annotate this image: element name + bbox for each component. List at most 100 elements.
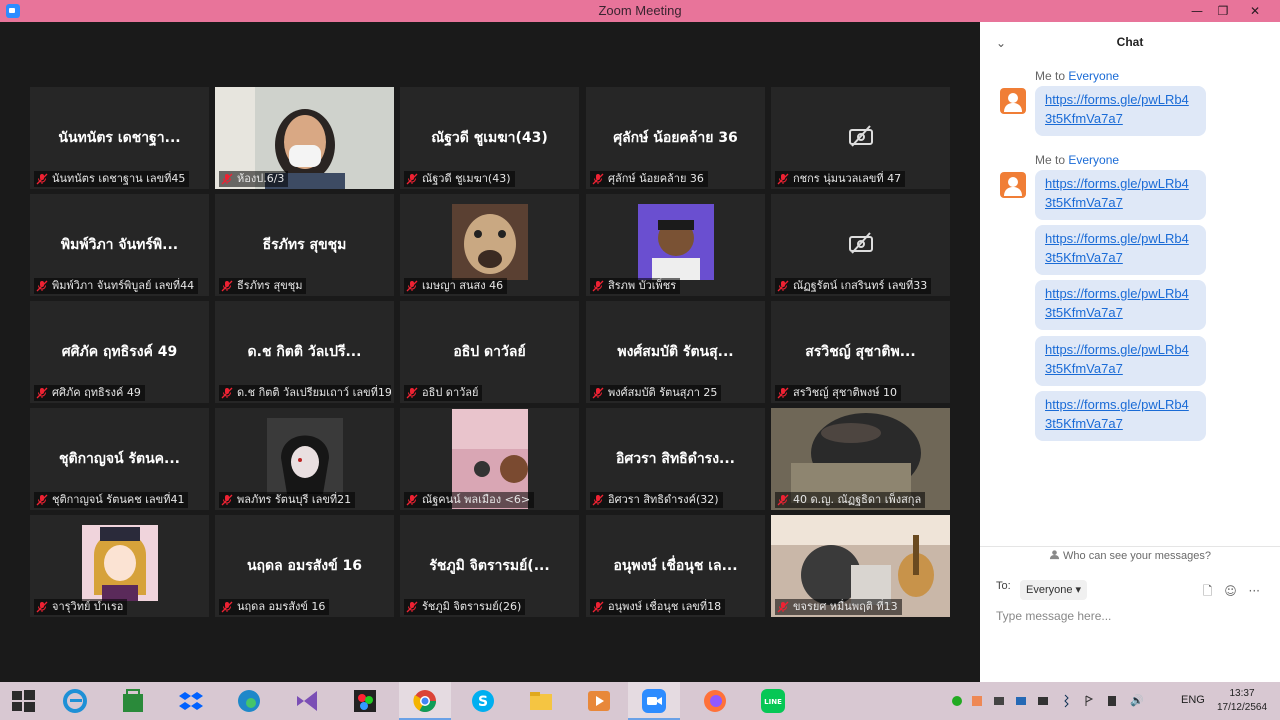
participant-display-name: รัชภูมิ จิตรารมย์(...	[429, 558, 550, 574]
participant-nameplate: ธีรภัทร สุขชุม	[219, 278, 307, 294]
windows-start-icon[interactable]	[8, 686, 38, 716]
mic-muted-icon	[36, 173, 48, 185]
more-icon[interactable]: ···	[1249, 584, 1260, 598]
participant-tile[interactable]: จารุวิทย์ บำเรอ	[30, 515, 209, 617]
participant-tile[interactable]: รัชภูมิ จิตรารมย์(... รัชภูมิ จิตรารมย์(2…	[400, 515, 579, 617]
who-can-see-link[interactable]: Who can see your messages?	[980, 549, 1280, 562]
avatar	[1000, 88, 1026, 114]
internet-explorer-icon[interactable]	[60, 686, 90, 716]
participant-tile[interactable]: พิมพ์วิภา จันทร์พิ... พิมพ์วิภา จันทร์พิบ…	[30, 194, 209, 296]
participant-tile[interactable]: อนุพงษ์ เชื่อนุช เล... อนุพงษ์ เชื่อนุช เ…	[586, 515, 765, 617]
participant-nameplate: ด.ช กิตติ วัลเปรียมเถาว์ เลขที่19	[219, 385, 391, 401]
participant-name: พลภัทร รัตนบุรี เลขที่21	[237, 493, 352, 506]
mic-muted-icon	[406, 280, 418, 292]
mic-muted-icon	[777, 173, 789, 185]
participant-display-name: อิศวรา สิทธิดำรง...	[616, 451, 735, 467]
tray-icons[interactable]	[950, 694, 1130, 708]
emoji-icon[interactable]: ☺	[1224, 584, 1237, 598]
svg-text:S: S	[478, 694, 488, 710]
chat-link[interactable]: https://forms.gle/pwLRb43t5KfmVa7a7	[1035, 391, 1206, 441]
file-icon[interactable]: 🗋	[1203, 584, 1213, 598]
participant-tile[interactable]: ขจรยศ หมื่นพฤติ ที่13	[771, 515, 950, 617]
clock[interactable]: 13:37 17/12/2564	[1212, 687, 1272, 715]
participant-tile[interactable]: ณัฏฐรัตน์ เกสรินทร์ เลขที่33	[771, 194, 950, 296]
participant-tile[interactable]: ห้องป.6/3	[215, 87, 394, 189]
mic-muted-icon	[221, 387, 233, 399]
participant-photo	[637, 204, 714, 280]
message-header: Me to Everyone	[1035, 153, 1120, 167]
mic-muted-icon	[36, 280, 48, 292]
chrome-icon[interactable]	[410, 686, 440, 716]
participant-tile[interactable]: 40 ด.ญ. ณัฏฐธิดา เพ็งสกุล	[771, 408, 950, 510]
edge-icon[interactable]	[234, 686, 264, 716]
language-indicator[interactable]: ENG	[1181, 694, 1205, 706]
participant-display-name: อธิป ดาวัลย์	[453, 344, 526, 360]
participant-tile[interactable]: พลภัทร รัตนบุรี เลขที่21	[215, 408, 394, 510]
mic-muted-icon	[777, 387, 789, 399]
line-app-icon[interactable]: LINE	[758, 686, 788, 716]
participant-display-name: ณัฐวดี ชูเมฆา(43)	[431, 130, 548, 146]
skype-icon[interactable]: S	[468, 686, 498, 716]
svg-text:LINE: LINE	[764, 698, 782, 706]
participant-tile[interactable]: ชุติกาญจน์ รัตนค... ชุติกาญจน์ รัตนคช เลข…	[30, 408, 209, 510]
dropbox-icon[interactable]	[176, 686, 206, 716]
participant-tile[interactable]: สิรภพ บัวเพ็ชร	[586, 194, 765, 296]
mic-muted-icon	[406, 173, 418, 185]
participant-tile[interactable]: ณัฐวดี ชูเมฆา(43) ณัฐวดี ชูเมฆา(43)	[400, 87, 579, 189]
chat-link[interactable]: https://forms.gle/pwLRb43t5KfmVa7a7	[1035, 225, 1206, 275]
zoom-icon[interactable]	[639, 686, 669, 716]
volume-icon[interactable]: 🔊	[1130, 694, 1144, 707]
participant-nameplate: ขจรยศ หมื่นพฤติ ที่13	[775, 599, 902, 615]
people-icon	[1049, 550, 1060, 560]
chat-link[interactable]: https://forms.gle/pwLRb43t5KfmVa7a7	[1035, 336, 1206, 386]
participant-tile[interactable]: สรวิชญ์ สุชาติพ... สรวิชญ์ สุชาติพงษ์ 10	[771, 301, 950, 403]
chat-link[interactable]: https://forms.gle/pwLRb43t5KfmVa7a7	[1035, 280, 1206, 330]
visual-studio-icon[interactable]	[292, 686, 322, 716]
participant-tile[interactable]: ธีรภัทร สุขชุม ธีรภัทร สุขชุม	[215, 194, 394, 296]
window-title: Zoom Meeting	[598, 3, 682, 18]
participant-nameplate: อิศวรา สิทธิดำรงค์(32)	[590, 492, 723, 508]
participant-name: จารุวิทย์ บำเรอ	[52, 600, 124, 613]
participant-name: ณัฐวดี ชูเมฆา(43)	[422, 172, 511, 185]
firefox-icon[interactable]	[700, 686, 730, 716]
participant-name: ชุติกาญจน์ รัตนคช เลขที่41	[52, 493, 185, 506]
mic-muted-icon	[777, 494, 789, 506]
mic-muted-icon	[36, 387, 48, 399]
recipient-select[interactable]: Everyone ▾	[1020, 580, 1088, 600]
participant-tile[interactable]: พงศ์สมบัติ รัตนสุ... พงศ์สมบัติ รัตนสุภา …	[586, 301, 765, 403]
chat-link[interactable]: https://forms.gle/pwLRb43t5KfmVa7a7	[1035, 86, 1206, 136]
participant-nameplate: ณัฐวดี ชูเมฆา(43)	[404, 171, 515, 187]
file-explorer-icon[interactable]	[526, 686, 556, 716]
message-input[interactable]: Type message here...	[996, 609, 1111, 623]
participant-nameplate: นันทนัตร เดชาฐาน เลขที่45	[34, 171, 190, 187]
to-label: To:	[996, 580, 1011, 592]
participant-name: รัชภูมิ จิตรารมย์(26)	[422, 600, 522, 613]
mic-muted-icon	[406, 387, 418, 399]
mic-muted-icon	[777, 280, 789, 292]
participant-name: 40 ด.ญ. ณัฏฐธิดา เพ็งสกุล	[793, 493, 922, 506]
mic-muted-icon	[592, 601, 604, 613]
participant-tile[interactable]: เมษญา สนสง 46	[400, 194, 579, 296]
paint-app-icon[interactable]	[350, 686, 380, 716]
media-player-icon[interactable]	[584, 686, 614, 716]
chat-link[interactable]: https://forms.gle/pwLRb43t5KfmVa7a7	[1035, 170, 1206, 220]
participant-tile[interactable]: นันทนัตร เดชาฐา... นันทนัตร เดชาฐาน เลขที…	[30, 87, 209, 189]
participant-tile[interactable]: ณัฐคนน์ พลเมือง <6>	[400, 408, 579, 510]
participant-nameplate: อนุพงษ์ เชื่อนุช เลขที่18	[590, 599, 726, 615]
participant-tile[interactable]: อธิป ดาวัลย์ อธิป ดาวัลย์	[400, 301, 579, 403]
restore-button[interactable]: ❐	[1208, 0, 1238, 22]
participant-display-name: ด.ช กิตติ วัลเปรี...	[247, 344, 362, 360]
participant-nameplate: พลภัทร รัตนบุรี เลขที่21	[219, 492, 356, 508]
participant-name: สิรภพ บัวเพ็ชร	[608, 279, 677, 292]
close-button[interactable]: ✕	[1240, 0, 1270, 22]
participant-tile[interactable]: ด.ช กิตติ วัลเปรี... ด.ช กิตติ วัลเปรียมเ…	[215, 301, 394, 403]
participant-tile[interactable]: อิศวรา สิทธิดำรง... อิศวรา สิทธิดำรงค์(32…	[586, 408, 765, 510]
participant-tile[interactable]: ศศิภัค ฤทธิรงค์ 49 ศศิภัค ฤทธิรงค์ 49	[30, 301, 209, 403]
avatar	[1000, 172, 1026, 198]
store-icon[interactable]	[118, 686, 148, 716]
mic-muted-icon	[406, 601, 418, 613]
taskbar: S LINE 🔊 ENG 13:37 17/12/2564	[0, 682, 1280, 720]
participant-tile[interactable]: กชกร นุ่มนวลเลขที่ 47	[771, 87, 950, 189]
participant-tile[interactable]: ศุลักษ์ น้อยคล้าย 36 ศุลักษ์ น้อยคล้าย 36	[586, 87, 765, 189]
participant-tile[interactable]: นฤดล อมรสังข์ 16 นฤดล อมรสังข์ 16	[215, 515, 394, 617]
